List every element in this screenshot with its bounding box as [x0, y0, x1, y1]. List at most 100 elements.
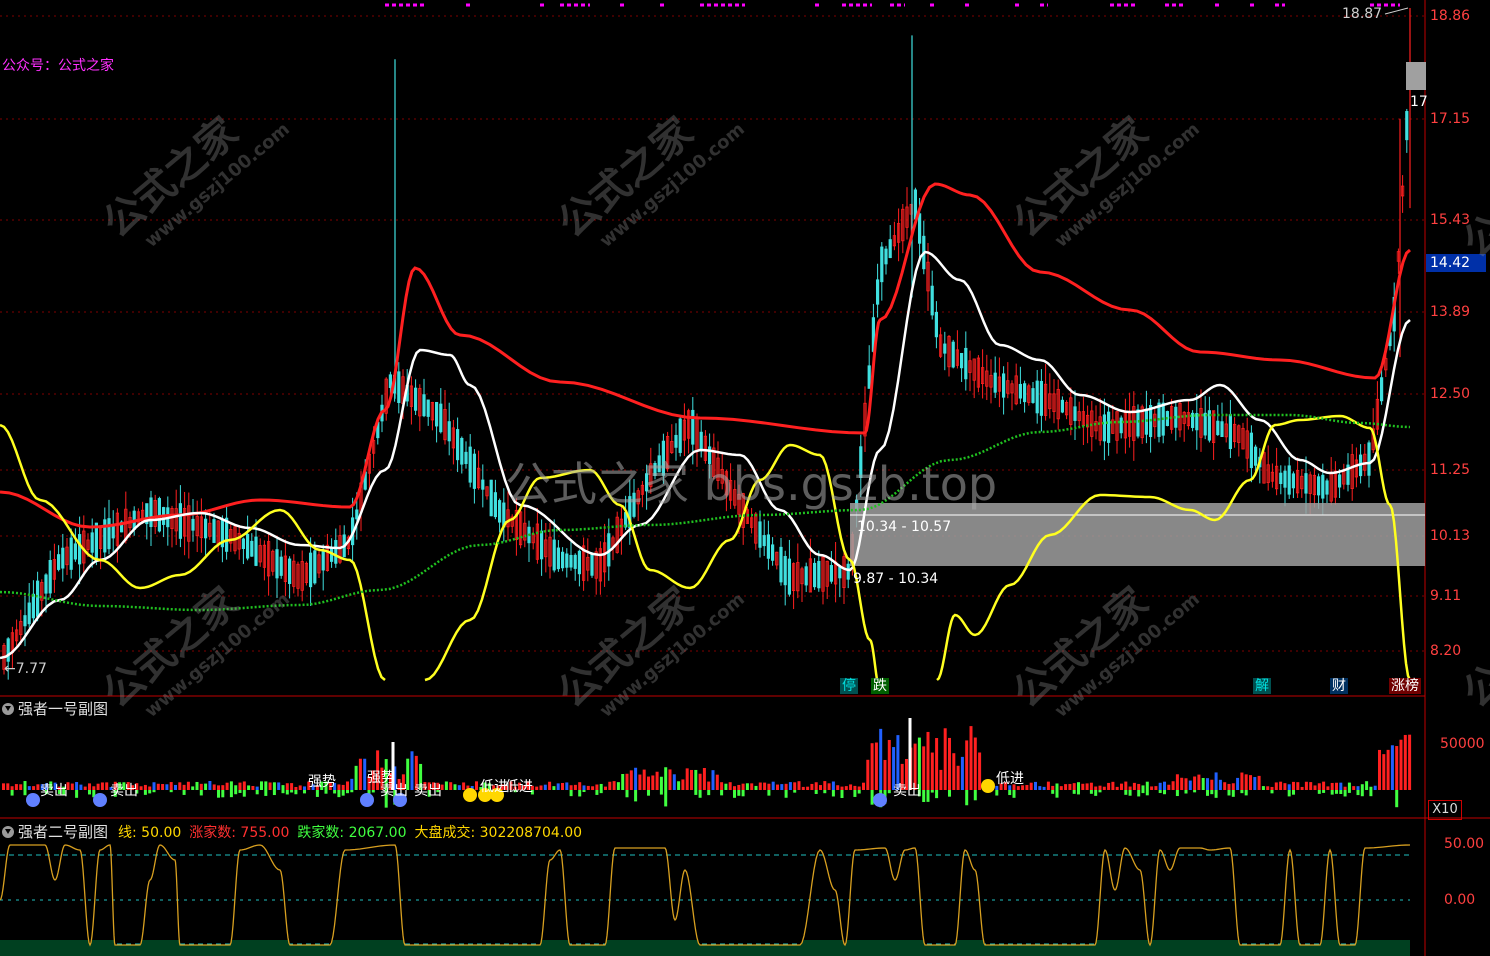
- volume-bar: [681, 779, 685, 790]
- volume-bar-neg: [255, 790, 259, 795]
- volume-bar-neg: [315, 790, 319, 797]
- volume-bar-neg: [1077, 790, 1080, 795]
- volume-bar: [449, 782, 453, 790]
- volume-bar-neg: [242, 790, 246, 797]
- volume-bar: [844, 786, 848, 790]
- candle-body: [481, 479, 485, 490]
- volume-bar: [608, 781, 612, 790]
- volume-bar: [1249, 775, 1252, 790]
- volume-bar: [186, 781, 190, 790]
- volume-bar: [1124, 781, 1128, 790]
- volume-bar: [565, 782, 569, 790]
- volume-bar: [1158, 782, 1162, 790]
- candle-body: [888, 239, 892, 259]
- candle-body: [1228, 414, 1232, 450]
- volume-bar-neg: [1137, 790, 1141, 797]
- sad-face-icon: [26, 793, 40, 807]
- candle-body: [250, 540, 254, 557]
- current-price-tag: 14.42: [1426, 254, 1486, 272]
- candle-body: [464, 451, 468, 465]
- volume-bar: [1042, 786, 1046, 790]
- volume-bar: [978, 752, 982, 790]
- volume-bar: [1339, 782, 1343, 790]
- candle-body: [846, 563, 850, 580]
- candle-body: [632, 492, 636, 517]
- volume-bar-neg: [1214, 790, 1218, 798]
- volume-bar: [195, 781, 199, 790]
- volume-bar: [152, 782, 156, 790]
- volume-bar: [1128, 786, 1132, 790]
- volume-bar: [139, 786, 143, 790]
- event-tag[interactable]: 停: [840, 678, 858, 694]
- candle-body: [699, 431, 703, 451]
- candle-body: [460, 437, 464, 465]
- signal-label: 低进: [505, 779, 533, 795]
- volume-bar: [14, 784, 18, 790]
- volume-bar-neg: [1008, 790, 1012, 796]
- volume-bar: [690, 769, 693, 790]
- volume-bar-neg: [922, 790, 926, 803]
- volume-bar: [1098, 785, 1102, 790]
- event-tag[interactable]: 解: [1253, 678, 1271, 694]
- collapse-icon[interactable]: [2, 825, 14, 838]
- volume-bar: [350, 778, 354, 790]
- volume-bar-neg: [569, 790, 573, 797]
- volume-bar-neg: [346, 790, 349, 794]
- volume-bar-neg: [290, 790, 294, 793]
- event-tag[interactable]: 涨榜: [1389, 678, 1421, 694]
- volume-bar-neg: [1231, 790, 1235, 797]
- volume-bar-neg: [272, 790, 276, 796]
- volume-bar: [1046, 781, 1050, 790]
- volume-bar: [1335, 782, 1338, 790]
- volume-bar: [647, 776, 650, 790]
- volume-bar: [238, 782, 242, 790]
- volume-bar: [1360, 784, 1364, 790]
- panel2-title[interactable]: 强者二号副图 线: 50.00 涨家数: 755.00 跌家数: 2067.00 大盘…: [2, 821, 582, 842]
- volume-bar-neg: [741, 790, 745, 797]
- volume-bar: [36, 784, 40, 790]
- volume-bar-neg: [1287, 790, 1291, 797]
- volume-bar: [23, 781, 27, 790]
- volume-bar: [1025, 784, 1029, 790]
- volume-bar: [922, 746, 926, 790]
- volume-bar: [866, 759, 870, 790]
- volume-bar: [462, 782, 466, 790]
- candle-body: [31, 593, 36, 619]
- candle-body: [779, 546, 783, 583]
- candle-body: [111, 524, 115, 539]
- volume-bar: [178, 782, 182, 790]
- volume-bar: [290, 783, 294, 790]
- volume-bar: [612, 781, 616, 790]
- candle-body: [930, 285, 934, 316]
- volume-bar: [225, 782, 229, 790]
- volume-bar-neg: [659, 790, 663, 795]
- volume-bar: [591, 786, 595, 790]
- scale-badge[interactable]: X10: [1428, 800, 1462, 820]
- volume-bar: [604, 786, 607, 790]
- candle-body: [859, 446, 863, 479]
- volume-bar: [707, 781, 711, 790]
- volume-bar: [221, 785, 225, 790]
- volume-bar: [728, 782, 732, 790]
- candle-body: [224, 517, 229, 552]
- event-tag[interactable]: 跌: [871, 678, 889, 694]
- volume-bar: [831, 781, 835, 790]
- volume-bar: [754, 785, 758, 790]
- volume-bar: [853, 785, 857, 790]
- panel1-title[interactable]: 强者一号副图: [2, 698, 108, 719]
- volume-bar: [1072, 783, 1076, 790]
- volume-bar: [573, 784, 577, 790]
- volume-bar: [767, 783, 771, 790]
- volume-bar: [1034, 781, 1037, 790]
- volume-bar: [217, 785, 220, 790]
- volume-bar-neg: [238, 790, 242, 793]
- volume-bar: [1141, 785, 1145, 790]
- volume-bar: [634, 767, 638, 790]
- kline-chart-canvas[interactable]: [0, 0, 1490, 956]
- volume-bar: [827, 783, 831, 790]
- event-tag[interactable]: 财: [1330, 678, 1348, 694]
- volume-bar-neg: [1206, 790, 1209, 796]
- collapse-icon[interactable]: [2, 702, 14, 715]
- volume-bar-neg: [1089, 790, 1093, 794]
- volume-bar: [268, 782, 272, 790]
